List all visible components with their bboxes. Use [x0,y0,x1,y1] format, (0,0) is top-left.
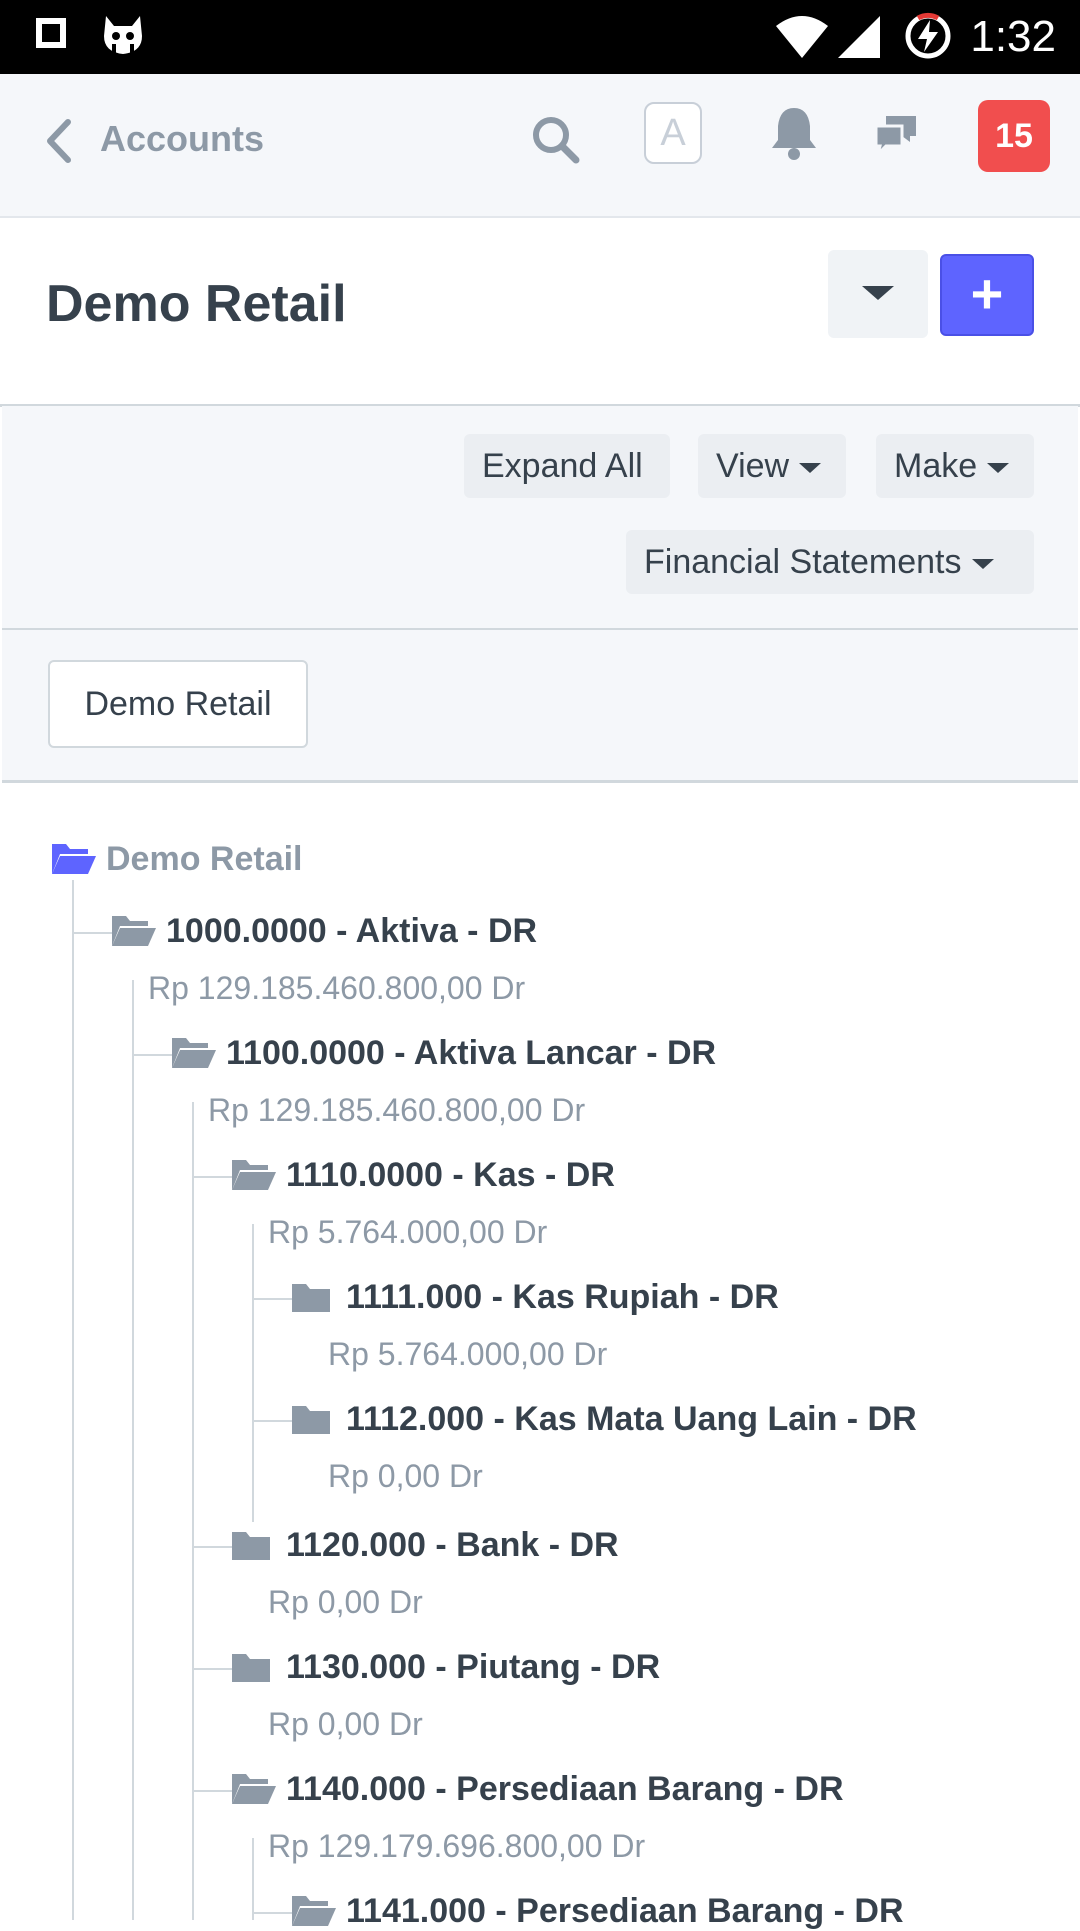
breadcrumb: Demo Retail [2,630,1078,783]
square-icon [36,18,66,48]
account-tree: Demo Retail 1000.0000 - Aktiva - DR Rp 1… [0,784,1080,1930]
folder-icon [292,1284,330,1312]
tree-node-balance: Rp 129.185.460.800,00 Dr [208,1092,586,1128]
tree-connector [252,1420,292,1422]
folder-icon [292,1406,330,1434]
page-head: Demo Retail + [0,218,1080,407]
tree-connector [132,1054,172,1056]
tree-node-label[interactable]: 1111.000 - Kas Rupiah - DR [346,1278,779,1317]
expand-all-label: Expand All [482,447,643,485]
wifi-icon [776,16,828,58]
back-label[interactable]: Accounts [100,118,264,160]
menu-dropdown-button[interactable] [828,250,928,338]
back-chevron-icon[interactable] [40,116,76,166]
folder-open-icon [172,1038,216,1068]
tree-node-label[interactable]: 1120.000 - Bank - DR [286,1526,619,1565]
tree-node-balance: Rp 5.764.000,00 Dr [328,1336,608,1372]
tree-connector [192,1668,232,1670]
tree-connector [72,880,74,1920]
tree-node-balance: Rp 5.764.000,00 Dr [268,1214,548,1250]
folder-open-icon [232,1774,276,1804]
tree-node-balance: Rp 0,00 Dr [268,1706,423,1742]
tree-connector [192,1790,232,1792]
caret-down-icon [799,463,822,474]
caret-down-icon [971,559,994,570]
app-header: Accounts A 15 [0,74,1080,218]
cat-icon [104,16,142,54]
tree-connector [252,1912,292,1914]
avatar[interactable]: A [644,102,702,164]
view-label: View [716,447,790,485]
tree-connector [252,1298,292,1300]
chat-icon[interactable] [872,112,920,158]
folder-open-icon [52,844,96,874]
caret-down-icon [987,463,1010,474]
notification-badge[interactable]: 15 [978,100,1050,172]
tree-node-balance: Rp 129.179.696.800,00 Dr [268,1828,646,1864]
view-dropdown[interactable]: View [698,434,846,498]
tree-node-balance: Rp 129.185.460.800,00 Dr [148,970,526,1006]
tree-connector [192,1546,232,1548]
folder-open-icon [112,916,156,946]
tree-node-label[interactable]: 1110.0000 - Kas - DR [286,1156,615,1195]
make-label: Make [894,447,978,485]
tree-node-label[interactable]: 1112.000 - Kas Mata Uang Lain - DR [346,1400,917,1439]
expand-all-button[interactable]: Expand All [464,434,670,498]
tree-connector [252,1838,254,1920]
folder-open-icon [232,1160,276,1190]
status-time: 1:32 [970,12,1056,61]
caret-down-icon [862,286,894,300]
breadcrumb-company-button[interactable]: Demo Retail [48,660,308,748]
folder-icon [232,1532,270,1560]
add-button[interactable]: + [940,254,1034,336]
make-dropdown[interactable]: Make [876,434,1034,498]
folder-open-icon [292,1896,336,1926]
status-bar: 1:32 [0,0,1080,74]
tree-node-balance: Rp 0,00 Dr [328,1458,483,1494]
tree-toolbar: Expand All View Make Financial Statement… [2,406,1078,631]
tree-node-balance: Rp 0,00 Dr [268,1584,423,1620]
search-icon[interactable] [530,114,582,166]
tree-node-label[interactable]: 1000.0000 - Aktiva - DR [166,912,537,951]
tree-connector [252,1224,254,1522]
bell-icon[interactable] [768,104,820,162]
tree-node-label[interactable]: 1141.000 - Persediaan Barang - DR [346,1892,904,1931]
battery-charging-icon [905,12,951,59]
financial-statements-label: Financial Statements [644,543,962,581]
tree-node-label[interactable]: 1140.000 - Persediaan Barang - DR [286,1770,844,1809]
signal-icon [838,16,880,58]
tree-connector [192,1102,194,1920]
tree-root-label[interactable]: Demo Retail [106,840,303,879]
tree-connector [192,1176,232,1178]
financial-statements-dropdown[interactable]: Financial Statements [626,530,1034,594]
folder-icon [232,1654,270,1682]
tree-node-label[interactable]: 1100.0000 - Aktiva Lancar - DR [226,1034,716,1073]
tree-node-label[interactable]: 1130.000 - Piutang - DR [286,1648,660,1687]
tree-connector [72,932,112,934]
tree-connector [132,980,134,1920]
page-title: Demo Retail [46,275,347,333]
